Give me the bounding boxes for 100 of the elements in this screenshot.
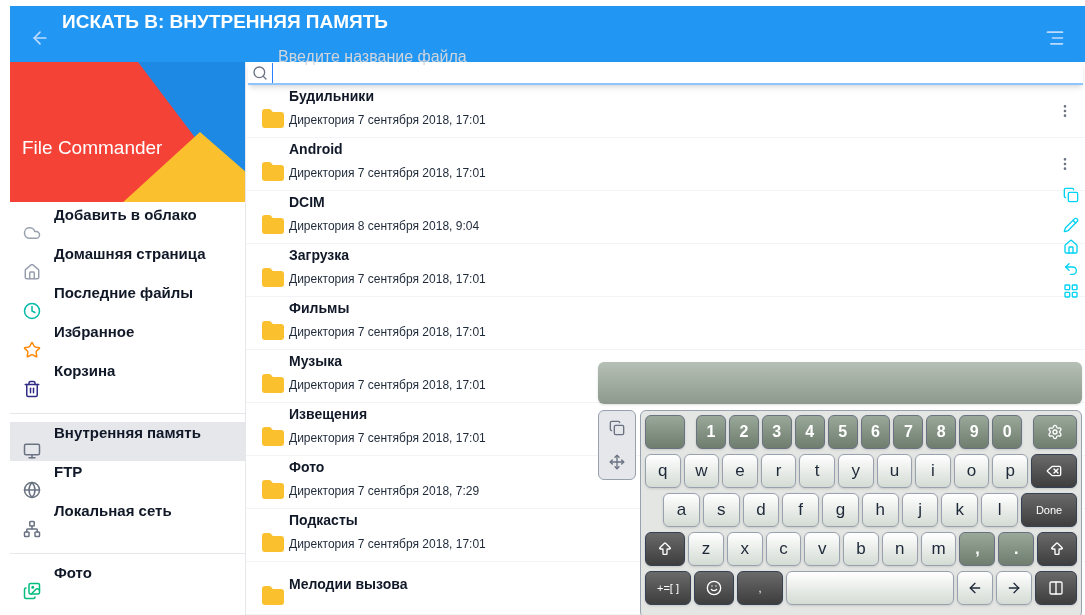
key[interactable]: i — [915, 454, 951, 488]
move-icon[interactable] — [609, 454, 625, 470]
key[interactable]: m — [920, 532, 957, 566]
key[interactable]: u — [876, 454, 913, 488]
settings-key[interactable] — [1033, 415, 1078, 449]
key[interactable]: h — [861, 493, 899, 527]
network-icon — [23, 520, 41, 538]
key[interactable]: d — [742, 493, 780, 527]
file-row[interactable]: Будильники Директория 7 сентября 2018, 17:01 — [246, 85, 1085, 138]
monitor-icon — [23, 442, 41, 460]
search-icon — [252, 64, 268, 81]
cloud-icon — [23, 224, 41, 242]
shift-key[interactable] — [1037, 532, 1078, 566]
backspace-key[interactable] — [1030, 454, 1077, 488]
key[interactable]: z — [688, 532, 724, 566]
folder-icon — [261, 372, 285, 396]
key[interactable]: c — [765, 532, 802, 566]
file-details: Директория 7 сентября 2018, 17:01 — [289, 376, 486, 394]
key[interactable]: v — [804, 532, 841, 566]
file-details: Директория 7 сентября 2018, 17:01 — [289, 323, 486, 341]
key[interactable]: a — [663, 493, 700, 527]
left-arrow-key[interactable] — [957, 571, 993, 605]
file-row[interactable]: Фильмы Директория 7 сентября 2018, 17:01 — [246, 297, 1085, 350]
sidebar-item[interactable]: Фото — [10, 562, 245, 601]
arrow-right-icon — [1006, 580, 1022, 596]
star-icon — [23, 341, 41, 359]
clipboard-icon[interactable] — [609, 420, 625, 436]
sidebar-item[interactable]: Корзина — [10, 360, 245, 399]
key[interactable]: , — [959, 532, 996, 566]
sidebar-item[interactable]: Домашняя страница — [10, 243, 245, 282]
right-arrow-key[interactable] — [996, 571, 1032, 605]
file-name: Фото — [289, 457, 326, 477]
folder-icon — [261, 425, 285, 449]
key[interactable]: t — [799, 454, 835, 488]
file-details: Директория 7 сентября 2018, 17:01 — [289, 535, 486, 553]
folder-icon — [261, 531, 285, 555]
sidebar-item[interactable]: Внутренняя память — [10, 422, 245, 461]
split-keyboard-key[interactable] — [1035, 571, 1077, 605]
sidebar-item[interactable]: Добавить в облако — [10, 204, 245, 243]
file-name: DCIM — [289, 192, 326, 212]
folder-icon — [261, 266, 285, 290]
file-row[interactable]: Загрузка Директория 7 сентября 2018, 17:01 — [246, 244, 1085, 297]
key[interactable]: w — [683, 454, 720, 488]
folder-icon — [261, 213, 285, 237]
key[interactable]: j — [901, 493, 939, 527]
file-details: Директория 8 сентября 2018, 9:04 — [289, 217, 480, 235]
key[interactable]: f — [782, 493, 820, 527]
file-row[interactable]: Android Директория 7 сентября 2018, 17:01 — [246, 138, 1085, 191]
columns-icon — [1048, 580, 1064, 596]
backspace-icon — [1045, 463, 1062, 479]
key[interactable]: +=[ ] — [645, 571, 691, 605]
shift-key[interactable] — [645, 532, 685, 566]
emoji-key[interactable] — [694, 571, 734, 605]
file-name: Музыка — [289, 351, 343, 371]
sidebar-item[interactable]: FTP — [10, 461, 245, 500]
sidebar-item[interactable]: Локальная сеть — [10, 500, 245, 539]
file-name: Будильники — [289, 86, 375, 106]
file-name: Фильмы — [289, 298, 351, 318]
file-name: Мелодии вызова — [289, 574, 408, 594]
file-details: Директория 7 сентября 2018, 7:29 — [289, 482, 480, 500]
key[interactable]: g — [822, 493, 859, 527]
home-icon — [23, 263, 41, 281]
folder-icon — [261, 160, 285, 184]
key[interactable]: r — [760, 454, 797, 488]
key[interactable]: , — [737, 571, 783, 605]
file-name: Android — [289, 139, 344, 159]
search-location-title: ИСКАТЬ В: ВНУТРЕННЯЯ ПАМЯТЬ — [62, 10, 388, 34]
images-icon — [23, 582, 41, 600]
sidebar-item[interactable]: Последние файлы — [10, 282, 245, 321]
key[interactable]: b — [843, 532, 879, 566]
file-details: Директория 7 сентября 2018, 17:01 — [289, 429, 486, 447]
file-name: Подкасты — [289, 510, 359, 530]
key[interactable]: n — [881, 532, 918, 566]
key[interactable]: o — [953, 454, 990, 488]
shift-icon — [657, 541, 673, 557]
file-row[interactable]: DCIM Директория 8 сентября 2018, 9:04 — [246, 191, 1085, 244]
key[interactable] — [645, 415, 685, 449]
folder-icon — [261, 584, 285, 608]
sidebar-item[interactable]: Избранное — [10, 321, 245, 360]
key[interactable]: x — [726, 532, 763, 566]
app-name: File Commander — [22, 136, 163, 160]
key[interactable]: s — [702, 493, 740, 527]
key[interactable]: p — [992, 454, 1028, 488]
settings-icon — [1047, 424, 1064, 440]
key[interactable]: k — [941, 493, 979, 527]
key[interactable]: l — [981, 493, 1019, 527]
clock-icon — [23, 302, 41, 320]
trash-icon — [23, 380, 41, 398]
shift-icon — [1049, 541, 1066, 557]
globe-icon — [23, 481, 41, 499]
key[interactable]: y — [837, 454, 874, 488]
file-name: Загрузка — [289, 245, 351, 265]
sort-icon[interactable] — [1045, 28, 1065, 48]
key[interactable]: q — [645, 454, 681, 488]
key[interactable]: e — [722, 454, 758, 488]
key[interactable]: . — [998, 532, 1035, 566]
file-details: Директория 7 сентября 2018, 17:01 — [289, 270, 486, 288]
file-details: Директория 7 сентября 2018, 17:01 — [289, 111, 486, 129]
key[interactable]: Done — [1021, 493, 1078, 527]
file-details: Директория 7 сентября 2018, 17:01 — [289, 164, 486, 182]
